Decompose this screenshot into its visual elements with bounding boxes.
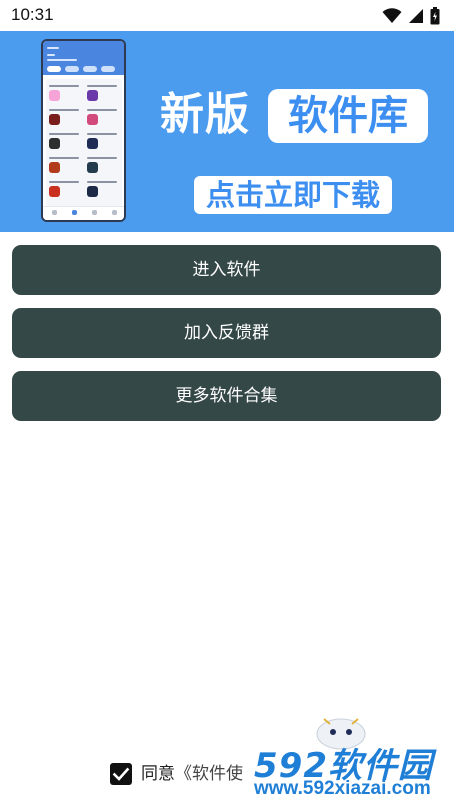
phone-app-list: [46, 79, 122, 207]
status-bar: 10:31: [0, 0, 454, 31]
status-icons: [382, 6, 440, 26]
site-watermark: 592软件园 www.592xiazai.com: [244, 708, 454, 807]
phone-bottom-nav: [43, 206, 124, 220]
download-now-label: 点击立即下载: [205, 178, 380, 212]
more-apps-collection-button[interactable]: 更多软件合集: [12, 371, 441, 421]
agree-checkbox[interactable]: [110, 763, 132, 785]
download-now-button[interactable]: 点击立即下载: [194, 176, 392, 214]
promo-banner[interactable]: 新版 软件库 点击立即下载: [0, 31, 454, 232]
status-time: 10:31: [11, 5, 54, 24]
enter-app-button[interactable]: 进入软件: [12, 245, 441, 295]
agreement-text: 同意《软件使: [141, 763, 243, 785]
agreement-prefix: 同意: [141, 764, 175, 784]
banner-title: 新版: [160, 89, 250, 140]
wifi-icon: [382, 8, 402, 24]
banner-highlight-text: 软件库: [288, 93, 408, 139]
checkmark-icon: [112, 767, 130, 781]
signal-icon: [408, 8, 424, 24]
agreement-link[interactable]: 《软件使: [175, 764, 243, 784]
watermark-url: www.592xiazai.com: [254, 778, 431, 799]
phone-mockup-illustration: [41, 39, 126, 222]
join-feedback-group-button[interactable]: 加入反馈群: [12, 308, 441, 358]
battery-icon: [430, 7, 440, 25]
phone-header: [43, 41, 124, 75]
banner-highlight-chip: 软件库: [268, 89, 428, 143]
